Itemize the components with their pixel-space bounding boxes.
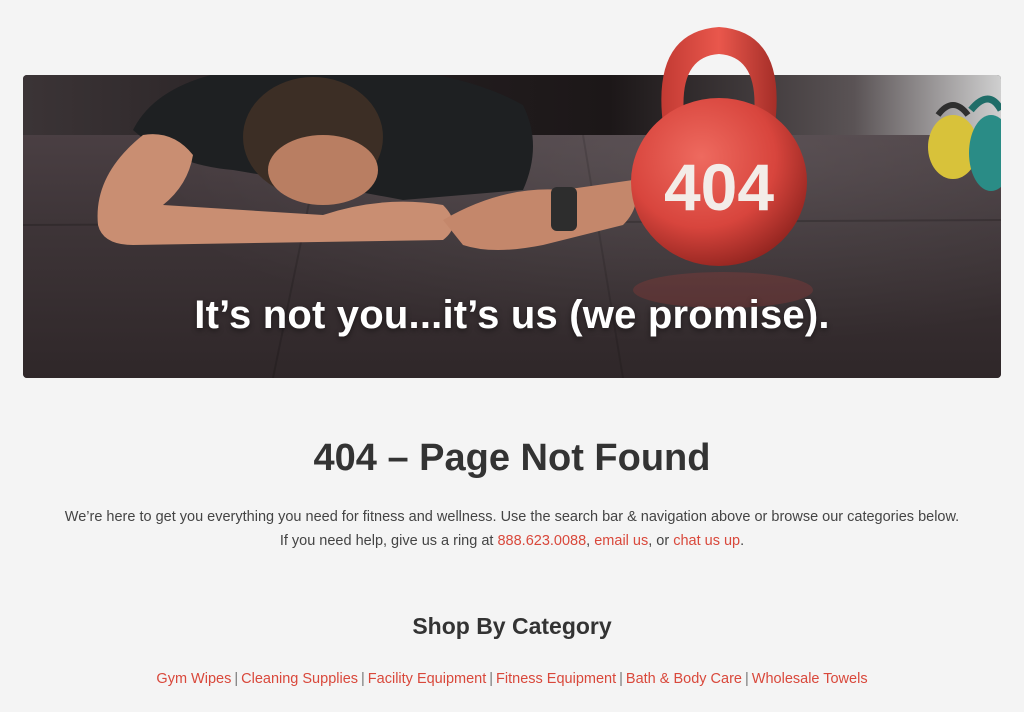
or-separator: , or [648,533,674,549]
hero-banner: It’s not you...it’s us (we promise). [23,75,1001,378]
category-link-cleaning-supplies[interactable]: Cleaning Supplies [241,671,358,687]
category-separator: | [489,671,494,687]
category-separator: | [361,671,365,687]
category-link-facility-equipment[interactable]: Facility Equipment [368,671,486,687]
category-separator: | [234,671,239,687]
category-link-wholesale-towels[interactable]: Wholesale Towels [752,671,868,687]
category-link-gym-wipes[interactable]: Gym Wipes [156,671,231,687]
chat-us-up-link[interactable]: chat us up [673,533,740,549]
category-links: Gym Wipes | Cleaning Supplies | Facility Equ… [0,671,1024,687]
background-kettlebells-illustration [928,95,1001,191]
hero-caption: It’s not you...it’s us (we promise). [194,293,830,337]
shop-by-category-heading: Shop By Category [412,613,612,639]
category-link-fitness-equipment[interactable]: Fitness Equipment [496,671,616,687]
category-separator: | [745,671,749,687]
category-link-bath-body-care[interactable]: Bath & Body Care [626,671,742,687]
intro-line-2: If you need help, give us a ring at 888.… [0,529,1024,553]
intro-line-2-prefix: If you need help, give us a ring at [279,533,498,549]
intro-text: We’re here to get you everything you nee… [0,505,1024,553]
phone-link[interactable]: 888.623.0088 [497,533,586,549]
intro-line-1: We’re here to get you everything you nee… [64,509,960,525]
page-title: 404 – Page Not Found [313,437,711,479]
person-illustration [97,75,637,250]
page: It’s not you...it’s us (we promise). 404… [0,0,1024,712]
kettlebell-illustration: 404 [624,22,814,268]
kettlebell-404-text: 404 [664,150,774,224]
email-us-link[interactable]: email us [594,533,648,549]
category-separator: | [619,671,623,687]
period: . [740,533,745,549]
